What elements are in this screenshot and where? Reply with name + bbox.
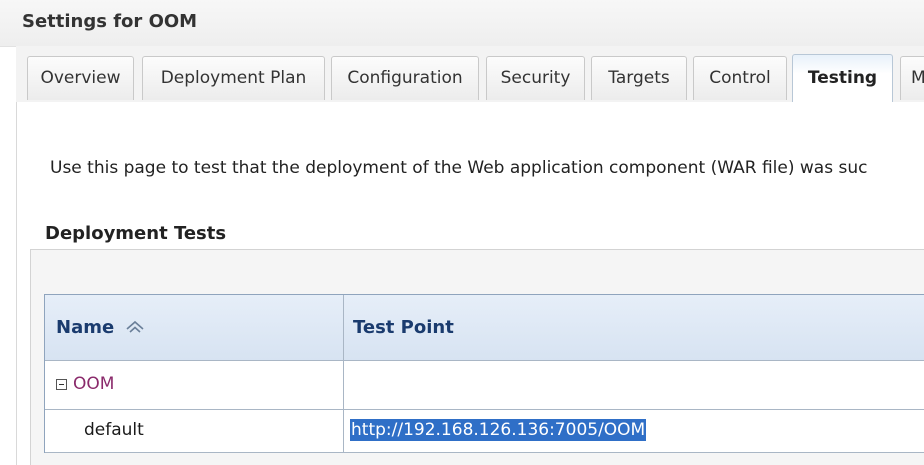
tab-configuration[interactable]: Configuration: [331, 56, 479, 100]
deployment-tests-table: Name Test Point OOM default http://192.1…: [44, 294, 924, 453]
table-row-oom-test-point: [344, 361, 924, 410]
page-title: Settings for OOM: [22, 11, 198, 32]
sort-ascending-icon[interactable]: [124, 318, 146, 339]
settings-window: Settings for OOM Overview Deployment Pla…: [0, 0, 924, 465]
tab-control[interactable]: Control: [693, 56, 787, 100]
tab-overview[interactable]: Overview: [27, 56, 134, 100]
tab-deployment-plan[interactable]: Deployment Plan: [142, 56, 325, 100]
tab-security[interactable]: Security: [486, 56, 585, 100]
collapse-toggle-icon[interactable]: [56, 378, 67, 390]
tab-testing[interactable]: Testing: [792, 54, 893, 102]
column-header-test-point[interactable]: Test Point: [344, 295, 924, 361]
table-row-default-name: default: [45, 410, 344, 453]
title-bar: Settings for OOM: [0, 0, 924, 47]
table-row-default-test-point: http://192.168.126.136:7005/OOM: [344, 410, 924, 453]
intro-text: Use this page to test that the deploymen…: [50, 158, 868, 178]
test-point-link[interactable]: http://192.168.126.136:7005/OOM: [350, 419, 647, 441]
tab-truncated[interactable]: M: [900, 56, 924, 100]
column-header-name[interactable]: Name: [45, 295, 344, 361]
table-row-oom-name: OOM: [45, 361, 344, 410]
deployment-link-oom[interactable]: OOM: [73, 374, 114, 394]
section-title: Deployment Tests: [45, 223, 227, 244]
column-header-name-label: Name: [56, 317, 115, 338]
tab-targets[interactable]: Targets: [591, 56, 687, 100]
